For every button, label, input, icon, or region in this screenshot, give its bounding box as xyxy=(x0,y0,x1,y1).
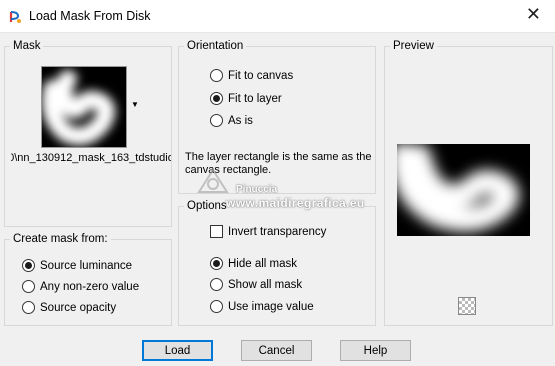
radio-any-non-zero[interactable]: Any non-zero value xyxy=(22,280,139,293)
window-title: Load Mask From Disk xyxy=(29,9,151,23)
preview-mask-render xyxy=(397,144,530,236)
radio-button[interactable] xyxy=(210,69,223,82)
paintshop-app-icon xyxy=(8,10,22,24)
radio-button[interactable] xyxy=(22,301,35,314)
radio-source-luminance[interactable]: Source luminance xyxy=(22,259,132,272)
radio-label: Show all mask xyxy=(228,278,303,291)
preview-image xyxy=(397,144,530,236)
radio-button[interactable] xyxy=(210,114,223,127)
radio-label: Source luminance xyxy=(40,259,133,272)
orientation-legend: Orientation xyxy=(187,40,244,52)
radio-label: Hide all mask xyxy=(228,257,298,270)
watermark-author: Pinuccia xyxy=(236,184,278,195)
radio-label: Source opacity xyxy=(40,301,117,314)
radio-fit-to-layer[interactable]: Fit to layer xyxy=(210,92,282,105)
chevron-down-icon[interactable]: ▼ xyxy=(131,100,139,109)
mask-file-name: \20-20\nn_130912_mask_163_tdstudio xyxy=(11,152,171,164)
mask-image xyxy=(42,67,126,147)
watermark-logo xyxy=(197,168,229,193)
title-bar: Load Mask From Disk ✕ xyxy=(0,0,555,33)
radio-label: Fit to layer xyxy=(228,92,282,105)
mask-legend: Mask xyxy=(13,40,41,52)
checkbox-invert-transparency[interactable]: Invert transparency xyxy=(210,225,326,238)
load-button[interactable]: Load xyxy=(142,340,213,361)
transparency-toggle-icon[interactable] xyxy=(458,297,476,315)
radio-button[interactable] xyxy=(22,259,35,272)
radio-as-is[interactable]: As is xyxy=(210,114,253,127)
mask-thumbnail[interactable] xyxy=(41,66,127,148)
help-button[interactable]: Help xyxy=(340,340,411,361)
radio-label: As is xyxy=(228,114,253,127)
close-icon[interactable]: ✕ xyxy=(526,4,541,25)
radio-button[interactable] xyxy=(210,278,223,291)
options-legend: Options xyxy=(187,200,227,212)
radio-fit-to-canvas[interactable]: Fit to canvas xyxy=(210,69,293,82)
preview-legend: Preview xyxy=(393,40,434,52)
radio-button[interactable] xyxy=(210,92,223,105)
radio-use-image-value[interactable]: Use image value xyxy=(210,300,314,313)
radio-label: Any non-zero value xyxy=(40,280,140,293)
radio-show-all-mask[interactable]: Show all mask xyxy=(210,278,302,291)
checkbox[interactable] xyxy=(210,225,223,238)
checkbox-label: Invert transparency xyxy=(228,225,327,238)
radio-label: Use image value xyxy=(228,300,314,313)
radio-button[interactable] xyxy=(210,257,223,270)
radio-source-opacity[interactable]: Source opacity xyxy=(22,301,116,314)
radio-hide-all-mask[interactable]: Hide all mask xyxy=(210,257,297,270)
watermark-url: www.maidiregrafica.eu xyxy=(226,196,365,210)
radio-button[interactable] xyxy=(210,300,223,313)
radio-label: Fit to canvas xyxy=(228,69,294,82)
radio-button[interactable] xyxy=(22,280,35,293)
create-mask-legend: Create mask from: xyxy=(13,233,108,245)
cancel-button[interactable]: Cancel xyxy=(241,340,312,361)
